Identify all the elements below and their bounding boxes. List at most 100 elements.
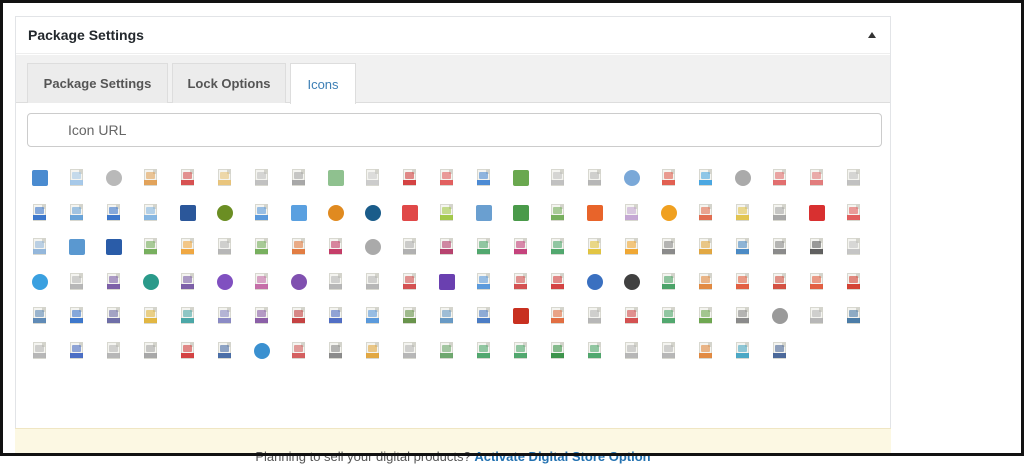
icon-url-input[interactable] bbox=[27, 113, 882, 147]
zip-icon[interactable] bbox=[252, 169, 270, 189]
file-gif-icon[interactable] bbox=[178, 238, 196, 258]
word-doc2-icon[interactable] bbox=[104, 204, 122, 224]
file-exe-icon[interactable] bbox=[696, 204, 714, 224]
file-iso-icon[interactable] bbox=[363, 238, 381, 258]
file-avi-icon[interactable] bbox=[437, 169, 455, 189]
file-tmp-icon[interactable] bbox=[696, 307, 714, 327]
excel-icon[interactable] bbox=[548, 342, 566, 362]
tab-lock-options[interactable]: Lock Options bbox=[172, 63, 286, 103]
image-icon[interactable] bbox=[474, 169, 492, 189]
folder-orange-icon[interactable] bbox=[585, 204, 603, 224]
zip6-icon[interactable] bbox=[326, 273, 344, 293]
file-ai-icon[interactable] bbox=[215, 169, 233, 189]
headphones-icon[interactable] bbox=[141, 273, 159, 293]
file-wave-icon[interactable] bbox=[141, 342, 159, 362]
file-pdf-icon[interactable] bbox=[548, 273, 566, 293]
file-pdf-red-icon[interactable] bbox=[511, 273, 529, 293]
camera-icon[interactable] bbox=[363, 204, 381, 224]
file-mp4-icon[interactable] bbox=[67, 273, 85, 293]
file-wpd-icon[interactable] bbox=[437, 342, 455, 362]
books-icon[interactable] bbox=[511, 204, 529, 224]
acrobat-icon[interactable] bbox=[178, 169, 196, 189]
file-vsd-icon[interactable] bbox=[67, 342, 85, 362]
file-xpi-icon[interactable] bbox=[659, 342, 677, 362]
file-eps-icon[interactable] bbox=[622, 204, 640, 224]
file-mp3-icon[interactable] bbox=[178, 273, 196, 293]
file-rar-icon[interactable] bbox=[252, 307, 270, 327]
file-fla-icon[interactable] bbox=[733, 204, 751, 224]
download-icon[interactable] bbox=[326, 169, 344, 189]
image-landscape-icon[interactable] bbox=[67, 238, 85, 258]
file-xsl-icon[interactable] bbox=[696, 342, 714, 362]
file-htm-icon[interactable] bbox=[252, 238, 270, 258]
player-icon[interactable] bbox=[215, 273, 233, 293]
android-icon[interactable] bbox=[437, 204, 455, 224]
file-aac-icon[interactable] bbox=[141, 169, 159, 189]
audio-wave-icon[interactable] bbox=[178, 342, 196, 362]
file-code-icon[interactable] bbox=[770, 204, 788, 224]
file-mid-icon[interactable] bbox=[844, 238, 862, 258]
file-mpeg-icon[interactable] bbox=[252, 273, 270, 293]
file-dat-icon[interactable] bbox=[807, 169, 825, 189]
panel-header[interactable]: Package Settings bbox=[16, 17, 890, 54]
file-vob-icon[interactable] bbox=[30, 342, 48, 362]
cloud-icon[interactable] bbox=[622, 169, 640, 189]
download-doc-icon[interactable] bbox=[252, 204, 270, 224]
file-m4a-icon[interactable] bbox=[733, 238, 751, 258]
file-rar2-icon[interactable] bbox=[289, 307, 307, 327]
file-wma-icon[interactable] bbox=[326, 342, 344, 362]
powerpoint-icon[interactable] bbox=[844, 273, 862, 293]
word-icon[interactable] bbox=[178, 204, 196, 224]
file-generic-icon[interactable] bbox=[67, 169, 85, 189]
badge-icon[interactable] bbox=[326, 204, 344, 224]
zip5-icon[interactable] bbox=[215, 238, 233, 258]
settings-file-icon[interactable] bbox=[474, 307, 492, 327]
file-xlsx-icon[interactable] bbox=[511, 342, 529, 362]
file-nfo-icon[interactable] bbox=[363, 273, 381, 293]
file-wav-icon[interactable] bbox=[104, 342, 122, 362]
zip3-icon[interactable] bbox=[585, 169, 603, 189]
install-icon[interactable] bbox=[511, 169, 529, 189]
file-tga-icon[interactable] bbox=[622, 307, 640, 327]
file-mdb-icon[interactable] bbox=[770, 238, 788, 258]
file-nrg-icon[interactable] bbox=[400, 273, 418, 293]
file-pn-icon[interactable] bbox=[696, 273, 714, 293]
zip7-icon[interactable] bbox=[585, 307, 603, 327]
file-asx-icon[interactable] bbox=[289, 169, 307, 189]
file-vcf-icon[interactable] bbox=[844, 307, 862, 327]
quicktime-icon[interactable] bbox=[141, 307, 159, 327]
film-icon[interactable] bbox=[400, 169, 418, 189]
swf-icon[interactable] bbox=[511, 307, 529, 327]
install2-icon[interactable] bbox=[548, 204, 566, 224]
down-arrow-icon[interactable] bbox=[400, 204, 418, 224]
file-ps-icon[interactable] bbox=[30, 307, 48, 327]
zip4-icon[interactable] bbox=[844, 169, 862, 189]
file-sql-icon[interactable] bbox=[437, 307, 455, 327]
file-ra-icon[interactable] bbox=[215, 307, 233, 327]
file-png-icon[interactable] bbox=[548, 238, 566, 258]
music-icon[interactable] bbox=[363, 169, 381, 189]
file-wav2-icon[interactable] bbox=[215, 342, 233, 362]
gif-icon[interactable] bbox=[141, 238, 159, 258]
css-icon[interactable] bbox=[696, 169, 714, 189]
file-xml-icon[interactable] bbox=[622, 342, 640, 362]
file-jpg-icon[interactable] bbox=[437, 238, 455, 258]
flash-icon[interactable] bbox=[807, 204, 825, 224]
folder-icon[interactable] bbox=[30, 169, 48, 189]
zipper-icon[interactable] bbox=[733, 342, 751, 362]
file-txt-icon[interactable] bbox=[807, 307, 825, 327]
file-dot-icon[interactable] bbox=[141, 204, 159, 224]
music-note-icon[interactable] bbox=[807, 238, 825, 258]
file-js-icon[interactable] bbox=[585, 238, 603, 258]
media-icon[interactable] bbox=[289, 273, 307, 293]
ring-icon[interactable] bbox=[659, 204, 677, 224]
file-json-icon[interactable] bbox=[622, 238, 640, 258]
file-qt-icon[interactable] bbox=[178, 307, 196, 327]
file-flac-icon[interactable] bbox=[30, 238, 48, 258]
speaker-icon[interactable] bbox=[289, 342, 307, 362]
window-icon[interactable] bbox=[104, 238, 122, 258]
zip2-icon[interactable] bbox=[548, 169, 566, 189]
file-mov-icon[interactable] bbox=[30, 273, 48, 293]
gears-icon[interactable] bbox=[585, 273, 603, 293]
file-pic-icon[interactable] bbox=[659, 273, 677, 293]
